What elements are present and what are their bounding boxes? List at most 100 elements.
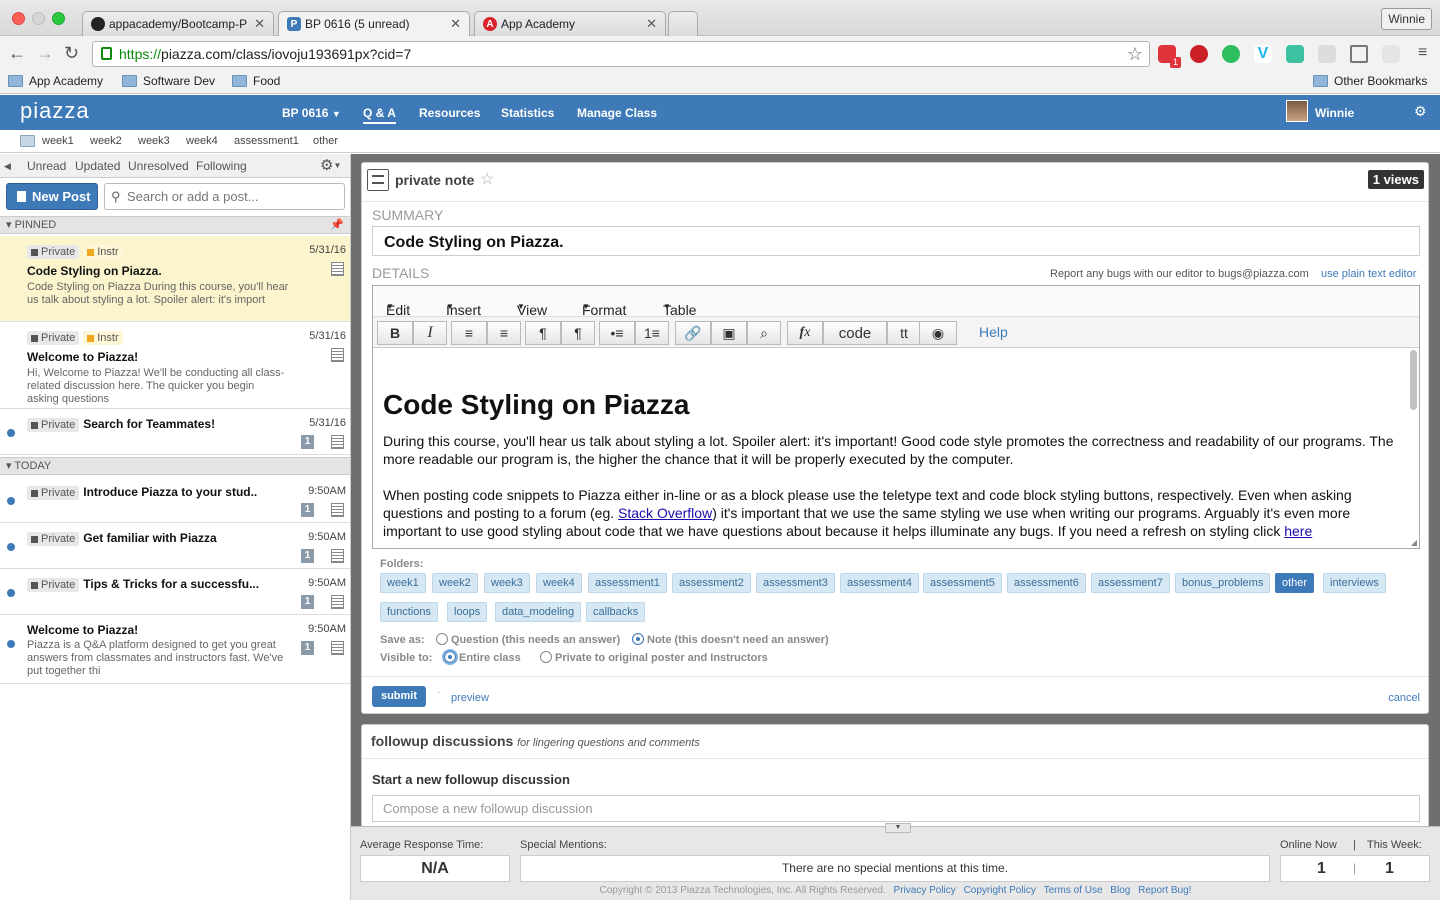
- feed-settings-gear-icon[interactable]: ⚙ ▼: [320, 156, 341, 174]
- bookmark-star-icon[interactable]: ☆: [1127, 42, 1143, 66]
- folder-filter-week3[interactable]: week3: [138, 135, 170, 147]
- other-bookmarks[interactable]: Other Bookmarks: [1313, 74, 1427, 88]
- footer-link-report-bug[interactable]: Report Bug!: [1138, 885, 1191, 896]
- filter-updated[interactable]: Updated: [75, 159, 120, 173]
- feed-item-introduce-piazza[interactable]: Private Introduce Piazza to your stud.. 9…: [0, 477, 350, 523]
- search-replace-icon[interactable]: ⌕: [747, 321, 781, 345]
- feed-item-tips-tricks[interactable]: Private Tips & Tricks for a successfu... …: [0, 569, 350, 615]
- image-icon[interactable]: ▣: [711, 321, 747, 345]
- browser-tab-github[interactable]: appacademy/Bootcamp-P ✕: [82, 11, 274, 36]
- person-extension-icon[interactable]: [1318, 45, 1336, 63]
- class-dropdown[interactable]: BP 0616 ▼: [282, 106, 341, 120]
- folder-tag-bonus-problems[interactable]: bonus_problems: [1175, 573, 1271, 593]
- reload-icon[interactable]: ↻: [64, 43, 79, 64]
- preview-eye-icon[interactable]: ◉: [919, 321, 957, 345]
- search-input[interactable]: ⚲ Search or add a post...: [104, 183, 345, 210]
- paragraph-ltr-icon[interactable]: ¶: [525, 321, 561, 345]
- avatar[interactable]: [1286, 100, 1308, 122]
- cast-icon[interactable]: [1350, 45, 1368, 63]
- radio-private[interactable]: [540, 651, 552, 663]
- submit-button[interactable]: submit: [372, 686, 426, 707]
- section-pinned[interactable]: ▾ PINNED 📌: [0, 216, 350, 234]
- save-as-question-option[interactable]: Question (this needs an answer): [436, 633, 620, 646]
- teletype-button[interactable]: tt: [887, 321, 921, 345]
- bookmark-food[interactable]: Food: [232, 74, 280, 88]
- folder-tag-functions[interactable]: functions: [380, 602, 439, 622]
- vimeo-extension-icon[interactable]: V: [1254, 45, 1272, 63]
- folder-tag-loops[interactable]: loops: [447, 602, 488, 622]
- radio-question[interactable]: [436, 633, 448, 645]
- footer-link-privacy[interactable]: Privacy Policy: [894, 885, 956, 896]
- filter-unresolved[interactable]: Unresolved: [128, 159, 189, 173]
- folder-tag-week3[interactable]: week3: [484, 573, 530, 593]
- resize-handle-icon[interactable]: ◢: [1411, 538, 1417, 547]
- close-window-button[interactable]: [12, 12, 25, 25]
- followup-compose-input[interactable]: Compose a new followup discussion: [372, 795, 1420, 822]
- footer-link-blog[interactable]: Blog: [1110, 885, 1130, 896]
- user-name[interactable]: Winnie: [1315, 106, 1354, 120]
- nav-manage-class[interactable]: Manage Class: [577, 106, 657, 120]
- cancel-link[interactable]: cancel: [1388, 692, 1420, 704]
- pinterest-extension-icon[interactable]: [1190, 45, 1208, 63]
- italic-icon[interactable]: I: [413, 321, 447, 345]
- folder-tag-other[interactable]: other: [1275, 573, 1315, 593]
- editor-content[interactable]: Code Styling on Piazza During this cours…: [373, 348, 1419, 548]
- radio-note[interactable]: [632, 633, 644, 645]
- evernote-extension-icon[interactable]: [1222, 45, 1240, 63]
- close-tab-icon[interactable]: ✕: [646, 16, 657, 32]
- minimize-window-button[interactable]: [32, 12, 45, 25]
- nav-statistics[interactable]: Statistics: [501, 106, 554, 120]
- folder-tag-assessment3[interactable]: assessment3: [756, 573, 835, 593]
- feed-item-get-familiar[interactable]: Private Get familiar with Piazza 9:50AM 1: [0, 523, 350, 569]
- folder-tag-assessment1[interactable]: assessment1: [588, 573, 667, 593]
- folder-tag-assessment6[interactable]: assessment6: [1007, 573, 1086, 593]
- feed-item-search-teammates[interactable]: Private Search for Teammates! 5/31/16 1: [0, 409, 350, 455]
- folder-tag-week1[interactable]: week1: [380, 573, 426, 593]
- stats-toggle-icon[interactable]: ▼: [885, 823, 911, 833]
- folder-filter-week2[interactable]: week2: [90, 135, 122, 147]
- styling-refresh-link[interactable]: here: [1284, 523, 1312, 539]
- favorite-star-icon[interactable]: ☆: [480, 169, 494, 189]
- folder-tag-assessment4[interactable]: assessment4: [840, 573, 919, 593]
- align-left-icon[interactable]: ≡: [451, 321, 487, 345]
- feed-item-welcome-platform[interactable]: Welcome to Piazza! Piazza is a Q&A platf…: [0, 615, 350, 684]
- formula-icon[interactable]: fx: [787, 321, 823, 345]
- close-tab-icon[interactable]: ✕: [450, 16, 461, 32]
- feed-item-welcome[interactable]: Private Instr 5/31/16 Welcome to Piazza! …: [0, 322, 350, 409]
- radio-entire-class[interactable]: [442, 649, 458, 665]
- folder-filter-week1[interactable]: week1: [42, 135, 74, 147]
- folder-tag-assessment5[interactable]: assessment5: [923, 573, 1002, 593]
- folder-tag-interviews[interactable]: interviews: [1323, 573, 1386, 593]
- section-today[interactable]: ▾ TODAY: [0, 457, 350, 475]
- menu-icon[interactable]: ≡: [1418, 44, 1427, 62]
- folder-filter-week4[interactable]: week4: [186, 135, 218, 147]
- bookmark-software-dev[interactable]: Software Dev: [122, 74, 215, 88]
- new-post-button[interactable]: New Post: [6, 183, 98, 210]
- folder-tag-data-modeling[interactable]: data_modeling: [495, 602, 582, 622]
- piazza-logo[interactable]: piazza: [20, 98, 90, 124]
- footer-link-copyright[interactable]: Copyright Policy: [964, 885, 1036, 896]
- bullet-list-icon[interactable]: •≡: [599, 321, 635, 345]
- align-center-icon[interactable]: ≡: [487, 321, 521, 345]
- browser-tab-appacademy[interactable]: A App Academy ✕: [474, 11, 666, 36]
- folder-tag-assessment7[interactable]: assessment7: [1091, 573, 1170, 593]
- filter-following[interactable]: Following: [196, 159, 247, 173]
- visible-entire-class-option[interactable]: Entire class: [442, 649, 521, 665]
- profile-button[interactable]: Winnie: [1381, 8, 1432, 30]
- paragraph-rtl-icon[interactable]: ¶: [561, 321, 595, 345]
- close-tab-icon[interactable]: ✕: [254, 16, 265, 32]
- folder-tag-week4[interactable]: week4: [536, 573, 582, 593]
- folder-tag-assessment2[interactable]: assessment2: [672, 573, 751, 593]
- stack-overflow-link[interactable]: Stack Overflow: [618, 505, 712, 521]
- bookmark-app-academy[interactable]: App Academy: [8, 74, 103, 88]
- filter-unread[interactable]: Unread: [27, 159, 66, 173]
- folder-filter-other[interactable]: other: [313, 135, 338, 147]
- gear-icon[interactable]: ⚙: [1414, 103, 1427, 120]
- save-extension-icon[interactable]: [1286, 45, 1304, 63]
- footer-link-terms[interactable]: Terms of Use: [1044, 885, 1103, 896]
- summary-input[interactable]: Code Styling on Piazza.: [372, 226, 1420, 256]
- nav-resources[interactable]: Resources: [419, 106, 480, 120]
- address-bar[interactable]: https://piazza.com/class/iovoju193691px?…: [92, 41, 1150, 67]
- preview-link[interactable]: preview: [451, 692, 489, 704]
- new-tab-button[interactable]: [668, 11, 698, 36]
